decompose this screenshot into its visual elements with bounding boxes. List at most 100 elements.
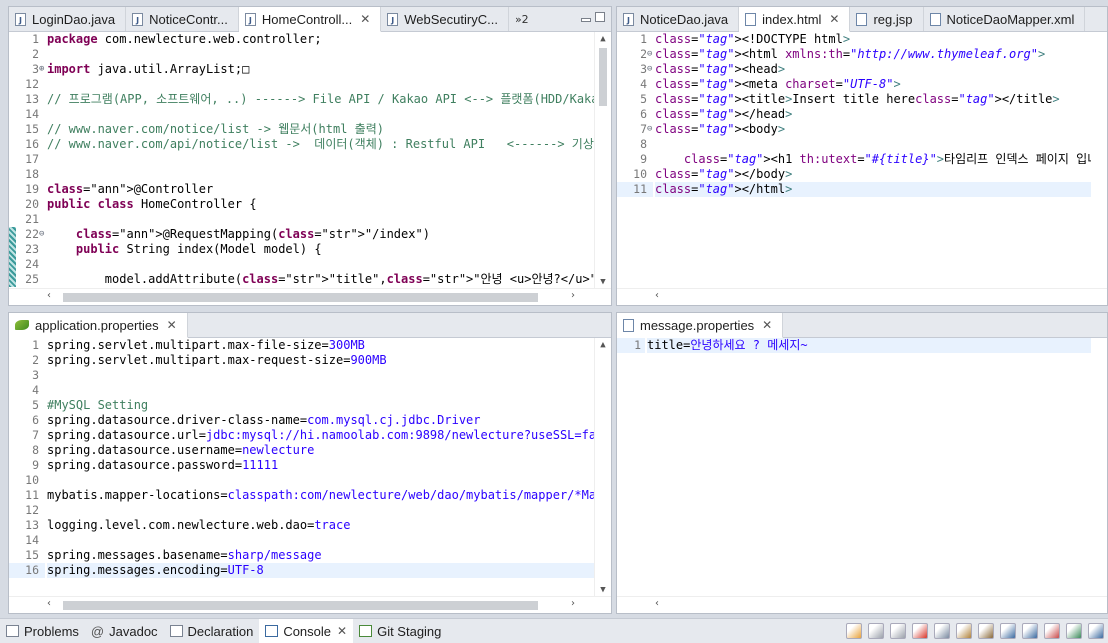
scroll-right-icon[interactable]: ›: [571, 598, 575, 609]
tab-web-security-config[interactable]: WebSecutiryC...: [381, 7, 509, 31]
minimize-icon[interactable]: [1066, 623, 1082, 639]
tab-notice-dao[interactable]: NoticeDao.java: [617, 7, 740, 31]
code-editor[interactable]: 1 2 3 ⊕ 12 13 14 15 16 17 18 19 20 21 22 ⊖ 23 24 25 packag…: [9, 32, 611, 289]
code-line[interactable]: spring.datasource.url=jdbc:mysql://hi.na…: [47, 428, 595, 443]
tab-notice-dao-mapper[interactable]: NoticeDaoMapper.xml: [924, 7, 1086, 31]
code-line[interactable]: spring.servlet.multipart.max-request-siz…: [47, 353, 595, 368]
close-icon[interactable]: ✕: [829, 12, 839, 26]
word-wrap-icon[interactable]: [978, 623, 994, 639]
code-line[interactable]: #MySQL Setting: [47, 398, 595, 413]
sync-icon[interactable]: [846, 623, 862, 639]
code-line[interactable]: [47, 383, 595, 398]
code-area[interactable]: spring.servlet.multipart.max-file-size=3…: [47, 338, 595, 597]
code-line[interactable]: package com.newlecture.web.controller;: [47, 32, 595, 47]
vertical-scrollbar[interactable]: ▲ ▼: [594, 338, 611, 597]
scroll-up-icon[interactable]: ▲: [595, 34, 611, 44]
tab-message-properties[interactable]: message.properties ✕: [617, 313, 784, 338]
code-line[interactable]: class="tag"></head>: [655, 107, 1091, 122]
close-icon[interactable]: ✕: [337, 624, 347, 638]
code-line[interactable]: public class HomeController {: [47, 197, 595, 212]
code-line[interactable]: class="tag"><body>: [655, 122, 1091, 137]
tab-console[interactable]: Console ✕: [259, 619, 354, 643]
scroll-left-icon[interactable]: ‹: [47, 290, 51, 301]
code-line[interactable]: spring.datasource.driver-class-name=com.…: [47, 413, 595, 428]
tab-javadoc[interactable]: @ Javadoc: [85, 619, 164, 643]
scroll-left-icon[interactable]: ‹: [655, 290, 659, 301]
collapse-fold-icon[interactable]: ⊖: [39, 227, 44, 242]
minimize-icon[interactable]: [581, 18, 591, 22]
code-line[interactable]: // www.naver.com/notice/list -> 웹문서(html…: [47, 122, 595, 137]
code-line[interactable]: // 프로그램(APP, 소프트웨어, ..) ------> File API…: [47, 92, 595, 107]
code-line[interactable]: spring.servlet.multipart.max-file-size=3…: [47, 338, 595, 353]
scroll-thumb[interactable]: [63, 293, 538, 302]
code-editor[interactable]: 1 title=안녕하세요 ? 메세지~: [617, 338, 1107, 597]
code-line[interactable]: public String index(Model model) {: [47, 242, 595, 257]
code-editor[interactable]: 1 2 3 4 5 6 7 8 9 10 11 12 13 14 15 16 spring.servlet.m…: [9, 338, 611, 597]
code-line[interactable]: class="tag"><!DOCTYPE html>: [655, 32, 1091, 47]
scroll-lock-icon[interactable]: [956, 623, 972, 639]
code-line[interactable]: spring.messages.encoding=UTF-8: [47, 563, 595, 578]
code-line[interactable]: title=안녕하세요 ? 메세지~: [647, 338, 1091, 353]
code-line[interactable]: [655, 137, 1091, 152]
code-line[interactable]: [47, 212, 595, 227]
code-line[interactable]: // www.naver.com/api/notice/list -> 데이터(…: [47, 137, 595, 152]
code-line[interactable]: class="tag"><meta charset="UTF-8">: [655, 77, 1091, 92]
scroll-up-icon[interactable]: ▲: [595, 340, 611, 350]
code-line[interactable]: mybatis.mapper-locations=classpath:com/n…: [47, 488, 595, 503]
close-icon[interactable]: ✕: [360, 12, 370, 26]
code-line[interactable]: [47, 257, 595, 272]
horizontal-scrollbar[interactable]: ‹: [617, 596, 1107, 613]
code-line[interactable]: class="tag"></html>: [655, 182, 1091, 197]
collapse-fold-icon[interactable]: ⊖: [647, 62, 652, 77]
tab-problems[interactable]: Problems: [0, 619, 85, 643]
pin-console-icon[interactable]: [1000, 623, 1016, 639]
scroll-down-icon[interactable]: ▼: [595, 277, 611, 287]
close-icon[interactable]: ✕: [167, 318, 177, 332]
expand-fold-icon[interactable]: ⊕: [39, 62, 44, 77]
code-line[interactable]: spring.messages.basename=sharp/message: [47, 548, 595, 563]
code-line[interactable]: [47, 77, 595, 92]
code-line[interactable]: [47, 473, 595, 488]
maximize-icon[interactable]: [595, 12, 605, 22]
code-line[interactable]: class="tag"></body>: [655, 167, 1091, 182]
maximize-icon[interactable]: [1088, 623, 1104, 639]
scroll-thumb[interactable]: [63, 601, 538, 610]
code-area[interactable]: class="tag"><!DOCTYPE html> class="tag"><…: [655, 32, 1091, 289]
code-line[interactable]: [47, 107, 595, 122]
scroll-left-icon[interactable]: ‹: [47, 598, 51, 609]
code-line[interactable]: class="tag"><html xmlns:th="http://www.t…: [655, 47, 1091, 62]
code-line[interactable]: [47, 152, 595, 167]
tab-reg-jsp[interactable]: reg.jsp: [850, 7, 924, 31]
close-icon[interactable]: ✕: [762, 318, 772, 332]
scroll-left-icon[interactable]: ‹: [655, 598, 659, 609]
code-line[interactable]: spring.datasource.username=newlecture: [47, 443, 595, 458]
code-line[interactable]: class="tag"><h1 th:utext="#{title}">타임리프…: [655, 152, 1091, 167]
code-line[interactable]: class="ann">@RequestMapping(class="str">…: [47, 227, 595, 242]
code-line[interactable]: [47, 533, 595, 548]
tab-home-controller[interactable]: HomeControll...✕: [238, 7, 382, 32]
horizontal-scrollbar[interactable]: ‹ ›: [9, 288, 611, 305]
stop-icon[interactable]: [912, 623, 928, 639]
tab-declaration[interactable]: Declaration: [164, 619, 260, 643]
code-line[interactable]: class="ann">@Controller: [47, 182, 595, 197]
code-line[interactable]: spring.datasource.password=11111: [47, 458, 595, 473]
display-console-icon[interactable]: [1022, 623, 1038, 639]
code-line[interactable]: [47, 167, 595, 182]
code-line[interactable]: [47, 503, 595, 518]
code-line[interactable]: model.addAttribute(class="str">"title",c…: [47, 272, 595, 287]
code-editor[interactable]: 1 2 ⊖ 3 ⊖ 4 5 6 7 ⊖ 8 9 10 11 class="tag"><!DOCTYPE h…: [617, 32, 1107, 289]
code-line[interactable]: class="tag"><title>Insert title hereclas…: [655, 92, 1091, 107]
tab-application-properties[interactable]: application.properties ✕: [9, 313, 188, 338]
code-line[interactable]: import java.util.ArrayList;□: [47, 62, 595, 77]
remove-all-icon[interactable]: [890, 623, 906, 639]
remove-icon[interactable]: [868, 623, 884, 639]
horizontal-scrollbar[interactable]: ‹: [617, 288, 1107, 305]
clear-console-icon[interactable]: [934, 623, 950, 639]
scroll-down-icon[interactable]: ▼: [595, 585, 611, 595]
tab-git-staging[interactable]: Git Staging: [353, 619, 447, 643]
open-console-icon[interactable]: [1044, 623, 1060, 639]
horizontal-scrollbar[interactable]: ‹ ›: [9, 596, 611, 613]
tab-index-html[interactable]: index.html ✕: [739, 7, 851, 32]
code-line[interactable]: logging.level.com.newlecture.web.dao=tra…: [47, 518, 595, 533]
code-line[interactable]: [47, 368, 595, 383]
